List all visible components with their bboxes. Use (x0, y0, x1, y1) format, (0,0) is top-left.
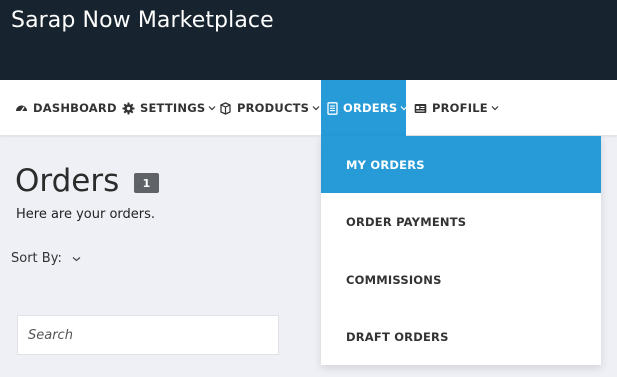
nav-item-products[interactable]: PRODUCTS (219, 80, 320, 136)
menu-item-draft-orders[interactable]: DRAFT ORDERS (321, 308, 601, 365)
nav-item-dashboard[interactable]: DASHBOARD (15, 80, 117, 136)
box-icon (219, 101, 232, 115)
search-input[interactable] (28, 327, 278, 343)
nav-item-label: PROFILE (432, 101, 488, 115)
document-icon (327, 101, 338, 115)
nav-item-label: ORDERS (343, 101, 398, 115)
main-navbar: DASHBOARD SETTINGS PRODUCTS ORDERS PROFI… (0, 80, 617, 136)
nav-item-profile[interactable]: PROFILE (414, 80, 499, 136)
id-card-icon (414, 102, 427, 115)
page-title: Orders (15, 163, 120, 199)
app-title: Sarap Now Marketplace (11, 8, 274, 33)
sort-by-label: Sort By: (11, 251, 62, 266)
chevron-down-icon (491, 105, 499, 111)
nav-item-label: DASHBOARD (33, 101, 117, 115)
count-badge: 1 (134, 173, 159, 193)
chevron-down-icon (72, 256, 81, 262)
menu-item-commissions[interactable]: COMMISSIONS (321, 251, 601, 308)
sort-by-dropdown[interactable]: Sort By: (11, 251, 81, 266)
nav-item-label: SETTINGS (140, 101, 206, 115)
page-subtitle: Here are your orders. (16, 207, 156, 222)
menu-item-my-orders[interactable]: MY ORDERS (321, 136, 601, 193)
top-header: Sarap Now Marketplace (0, 0, 617, 80)
nav-item-label: PRODUCTS (237, 101, 310, 115)
chevron-down-icon (208, 105, 216, 111)
search-field (17, 315, 279, 355)
dashboard-icon (15, 102, 28, 115)
orders-dropdown-menu: MY ORDERS ORDER PAYMENTS COMMISSIONS DRA… (321, 136, 601, 365)
chevron-down-icon (312, 105, 320, 111)
gear-icon (122, 102, 135, 115)
menu-item-order-payments[interactable]: ORDER PAYMENTS (321, 193, 601, 250)
chevron-down-icon (400, 105, 408, 111)
nav-item-settings[interactable]: SETTINGS (122, 80, 216, 136)
nav-item-orders[interactable]: ORDERS (321, 80, 408, 136)
